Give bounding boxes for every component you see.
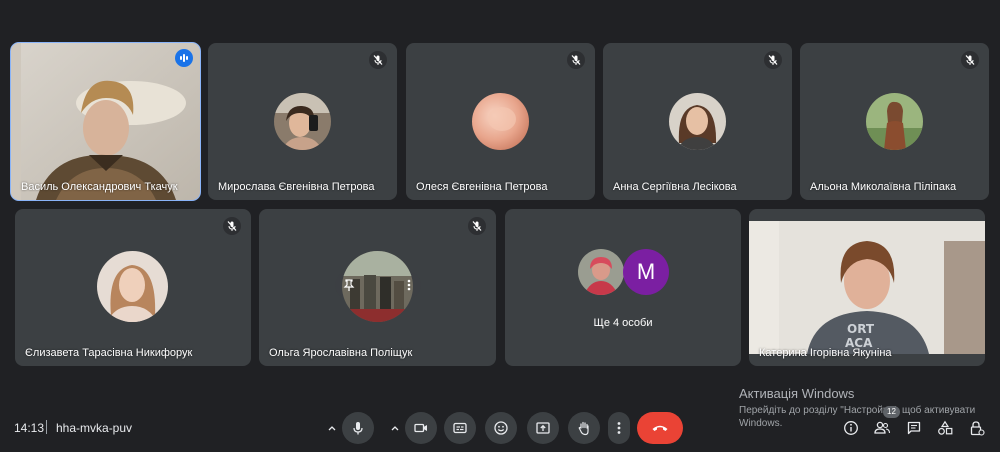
mic-off-icon: [567, 51, 585, 69]
participant-avatar: [578, 249, 624, 295]
more-vertical-icon: [617, 422, 621, 434]
meeting-code: hha-mvka-puv: [56, 421, 133, 435]
participant-avatar: [97, 251, 168, 322]
participant-name: Мирослава Євгенівна Петрова: [218, 181, 375, 193]
pin-icon[interactable]: [342, 278, 356, 292]
people-icon: [874, 421, 891, 434]
emoji-icon: [494, 421, 508, 435]
participant-letter-avatar: M: [623, 249, 669, 295]
participant-tile-olesia[interactable]: Олеся Євгенівна Петрова: [406, 43, 595, 200]
mic-off-icon: [223, 217, 241, 235]
participant-name: Анна Сергіївна Лесікова: [613, 181, 737, 193]
participant-video: [11, 43, 200, 200]
video-options-chevron-icon[interactable]: [385, 418, 405, 438]
more-participants-tile[interactable]: M Ще 4 особи: [505, 209, 741, 366]
raise-hand-button[interactable]: [568, 412, 600, 444]
participant-name: Ольга Ярославівна Поліщук: [269, 347, 413, 359]
participant-tile-olha[interactable]: Ольга Ярославівна Поліщук: [259, 209, 496, 366]
more-options-button[interactable]: [608, 412, 630, 444]
mic-off-icon: [764, 51, 782, 69]
participant-tile-alona[interactable]: Альона Миколаївна Піліпака: [800, 43, 989, 200]
participant-video: ORT ACA: [749, 221, 985, 354]
meeting-details-button[interactable]: [840, 417, 862, 439]
people-button[interactable]: [871, 417, 893, 439]
mic-off-icon: [468, 217, 486, 235]
raise-hand-icon: [578, 421, 589, 436]
microphone-button[interactable]: [342, 412, 374, 444]
audio-options-chevron-icon[interactable]: [322, 418, 342, 438]
svg-text:ORT: ORT: [847, 322, 875, 336]
more-options-icon[interactable]: [402, 278, 416, 292]
hang-up-icon: [652, 425, 668, 431]
meeting-time: 14:13: [14, 421, 45, 435]
participant-name: Альона Миколаївна Піліпака: [810, 181, 957, 193]
leave-call-button[interactable]: [637, 412, 683, 444]
participant-tile-yelyzaveta[interactable]: Єлизавета Тарасівна Никифорук: [15, 209, 251, 366]
chat-icon: [907, 421, 921, 435]
participant-avatar: [472, 93, 529, 150]
host-controls-icon: [970, 421, 985, 436]
participant-name: Катерина Ігорівна Якуніна: [759, 347, 892, 359]
activities-icon: [938, 420, 953, 435]
participant-tile-myroslava[interactable]: Мирослава Євгенівна Петрова: [208, 43, 397, 200]
camera-button[interactable]: [405, 412, 437, 444]
windows-activation-title: Активація Windows: [739, 386, 855, 401]
captions-icon: [453, 422, 467, 434]
mic-off-icon: [369, 51, 387, 69]
participant-avatar: [866, 93, 923, 150]
present-screen-button[interactable]: [527, 412, 559, 444]
more-participants-label: Ще 4 особи: [593, 317, 653, 329]
reactions-button[interactable]: [485, 412, 517, 444]
mic-off-icon: [961, 51, 979, 69]
participant-name: Василь Олександрович Ткачук: [21, 181, 178, 193]
participant-avatar: [669, 93, 726, 150]
info-icon: [844, 421, 858, 435]
speaking-indicator-icon: [175, 49, 193, 67]
participant-name: Олеся Євгенівна Петрова: [416, 181, 548, 193]
participant-tile-kateryna[interactable]: ORT ACA Катерина Ігорівна Якуніна: [749, 209, 985, 366]
divider: [46, 420, 47, 434]
captions-button[interactable]: [444, 412, 476, 444]
participant-tile-anna[interactable]: Анна Сергіївна Лесікова: [603, 43, 792, 200]
participant-name: Єлизавета Тарасівна Никифорук: [25, 347, 193, 359]
present-screen-icon: [536, 422, 550, 434]
chat-button[interactable]: [903, 417, 925, 439]
activities-button[interactable]: [934, 417, 956, 439]
participant-avatar: [274, 93, 331, 150]
participant-tile-vasyl[interactable]: Василь Олександрович Ткачук: [10, 42, 201, 201]
camera-icon: [414, 423, 427, 433]
host-controls-button[interactable]: [966, 417, 988, 439]
microphone-icon: [353, 422, 363, 435]
people-count-badge: 12: [883, 406, 900, 418]
